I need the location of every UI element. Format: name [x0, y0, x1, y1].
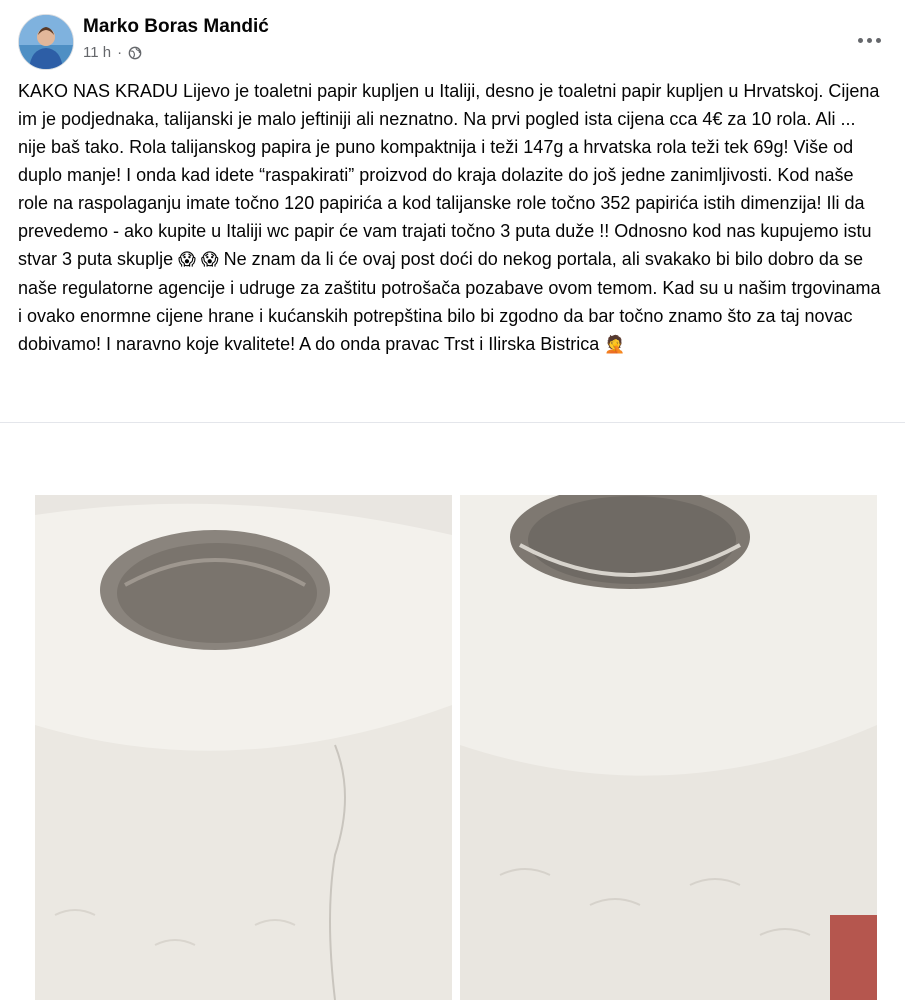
post-header: Marko Boras Mandić 11 h ·: [18, 12, 887, 70]
toilet-paper-left-image: [35, 495, 452, 1000]
more-dot: [866, 37, 872, 43]
toilet-paper-right-image: [460, 495, 877, 1000]
scream-emoji: 😱: [178, 250, 196, 269]
croatian-toilet-paper-roll-photo[interactable]: [460, 495, 877, 1000]
post-text-part-1: KAKO NAS KRADU Lijevo je toaletni papir …: [18, 81, 880, 269]
scream-emoji: 😱: [200, 250, 219, 269]
author-name[interactable]: Marko Boras Mandić: [83, 16, 269, 38]
photo-grid: [0, 423, 905, 1000]
globe-icon[interactable]: [128, 46, 142, 60]
meta-separator: ·: [117, 44, 123, 61]
post-time[interactable]: 11 h: [83, 44, 111, 61]
avatar-photo: [19, 15, 73, 69]
avatar[interactable]: [18, 14, 74, 70]
more-options-button[interactable]: [851, 22, 887, 58]
post-meta: 11 h ·: [83, 44, 142, 61]
facepalm-emoji: 🤦: [604, 335, 626, 354]
more-dot: [875, 37, 881, 43]
post-text: KAKO NAS KRADU Lijevo je toaletni papir …: [18, 77, 888, 359]
italian-toilet-paper-roll-photo[interactable]: [35, 495, 452, 1000]
more-options-icon: [857, 37, 863, 43]
